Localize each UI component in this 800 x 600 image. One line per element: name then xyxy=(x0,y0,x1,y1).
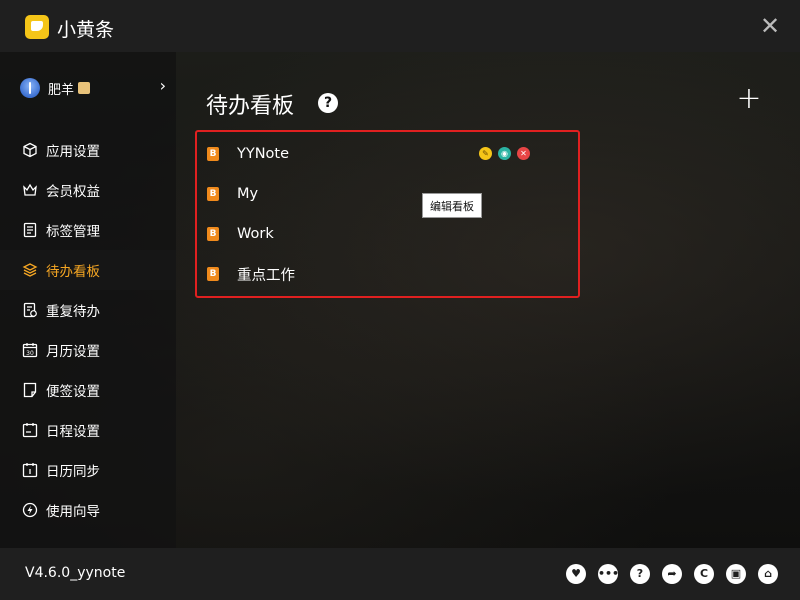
sidebar-nav: 应用设置 会员权益 标签管理 待办看板 重复待办 30 月历设置 便签设置 日程… xyxy=(0,130,176,530)
crown-icon xyxy=(22,182,38,198)
sidebar-item-label: 便签设置 xyxy=(46,384,100,400)
close-button[interactable]: ✕ xyxy=(758,14,782,38)
sidebar-item-label: 月历设置 xyxy=(46,344,100,360)
help-icon[interactable]: ? xyxy=(318,93,338,113)
sidebar-item-label: 使用向导 xyxy=(46,504,100,520)
board-name: YYNote xyxy=(237,146,290,162)
user-name: 肥羊 xyxy=(48,82,75,98)
avatar xyxy=(20,78,40,98)
sidebar-item-month-calendar[interactable]: 30 月历设置 xyxy=(0,330,176,370)
board-name: Work xyxy=(237,226,274,242)
share-icon[interactable]: ➦ xyxy=(662,564,682,584)
sidebar: 肥羊 › 应用设置 会员权益 标签管理 待办看板 重复待办 30 月历设置 便签… xyxy=(0,52,176,548)
app-title: 小黄条 xyxy=(57,19,115,41)
list-item[interactable]: B YYNote ✎ ◉ ✕ xyxy=(207,142,567,166)
app-logo-icon xyxy=(25,15,49,39)
schedule-icon xyxy=(22,422,38,438)
chat-icon[interactable]: ••• xyxy=(598,564,619,584)
office-icon[interactable]: ▣ xyxy=(726,564,746,584)
footer-toolbar: ♥ ••• ? ➦ C ▣ ⌂ xyxy=(566,564,778,584)
board-icon: B xyxy=(207,147,219,161)
user-profile[interactable]: 肥羊 › xyxy=(20,76,170,100)
sidebar-item-calendar-sync[interactable]: 日历同步 xyxy=(0,450,176,490)
board-icon: B xyxy=(207,187,219,201)
home-icon[interactable]: ⌂ xyxy=(758,564,778,584)
add-board-button[interactable]: + xyxy=(736,84,762,114)
help-icon[interactable]: ? xyxy=(630,564,650,584)
note-icon xyxy=(22,382,38,398)
sidebar-item-label: 日历同步 xyxy=(46,464,100,480)
member-badge-icon xyxy=(78,82,91,94)
version-label: V4.6.0_yynote xyxy=(25,565,126,581)
heart-icon[interactable]: ♥ xyxy=(566,564,586,584)
sidebar-item-app-settings[interactable]: 应用设置 xyxy=(0,130,176,170)
sidebar-item-tags[interactable]: 标签管理 xyxy=(0,210,176,250)
row-actions: ✎ ◉ ✕ xyxy=(479,147,530,160)
sidebar-item-label: 日程设置 xyxy=(46,424,100,440)
page-title: 待办看板 xyxy=(206,94,295,119)
list-item[interactable]: B 重点工作 xyxy=(207,262,567,286)
sidebar-item-todo-board[interactable]: 待办看板 xyxy=(0,250,176,290)
repeat-icon xyxy=(22,302,38,318)
refresh-icon[interactable]: C xyxy=(694,564,714,584)
sync-calendar-icon xyxy=(22,462,38,478)
list-icon xyxy=(22,222,38,238)
sidebar-item-membership[interactable]: 会员权益 xyxy=(0,170,176,210)
cube-icon xyxy=(22,142,38,158)
delete-icon[interactable]: ✕ xyxy=(517,147,530,160)
sidebar-item-label: 重复待办 xyxy=(46,304,100,320)
board-name: 重点工作 xyxy=(237,267,295,284)
sidebar-item-note-settings[interactable]: 便签设置 xyxy=(0,370,176,410)
list-item[interactable]: B Work xyxy=(207,222,567,246)
board-icon: B xyxy=(207,227,219,241)
footer: V4.6.0_yynote ♥ ••• ? ➦ C ▣ ⌂ xyxy=(0,548,800,600)
calendar-30-icon: 30 xyxy=(22,342,38,358)
list-item[interactable]: B My xyxy=(207,182,567,206)
layers-icon xyxy=(22,262,38,278)
sidebar-item-label: 会员权益 xyxy=(46,184,100,200)
board-name: My xyxy=(237,186,259,202)
title-bar: 小黄条 ✕ xyxy=(0,0,800,52)
edit-icon[interactable]: ✎ xyxy=(479,147,492,160)
sidebar-item-label: 应用设置 xyxy=(46,144,100,160)
sidebar-item-label: 待办看板 xyxy=(46,264,100,280)
sidebar-item-schedule[interactable]: 日程设置 xyxy=(0,410,176,450)
compass-icon xyxy=(22,502,38,518)
board-icon: B xyxy=(207,267,219,281)
board-list: B YYNote ✎ ◉ ✕ B My B Work B 重点工作 xyxy=(195,130,580,298)
tooltip: 编辑看板 xyxy=(422,193,482,218)
chevron-right-icon[interactable]: › xyxy=(160,76,166,95)
sidebar-item-repeat-todo[interactable]: 重复待办 xyxy=(0,290,176,330)
sidebar-item-guide[interactable]: 使用向导 xyxy=(0,490,176,530)
svg-text:30: 30 xyxy=(26,350,34,357)
sidebar-item-label: 标签管理 xyxy=(46,224,100,240)
eye-icon[interactable]: ◉ xyxy=(498,147,511,160)
